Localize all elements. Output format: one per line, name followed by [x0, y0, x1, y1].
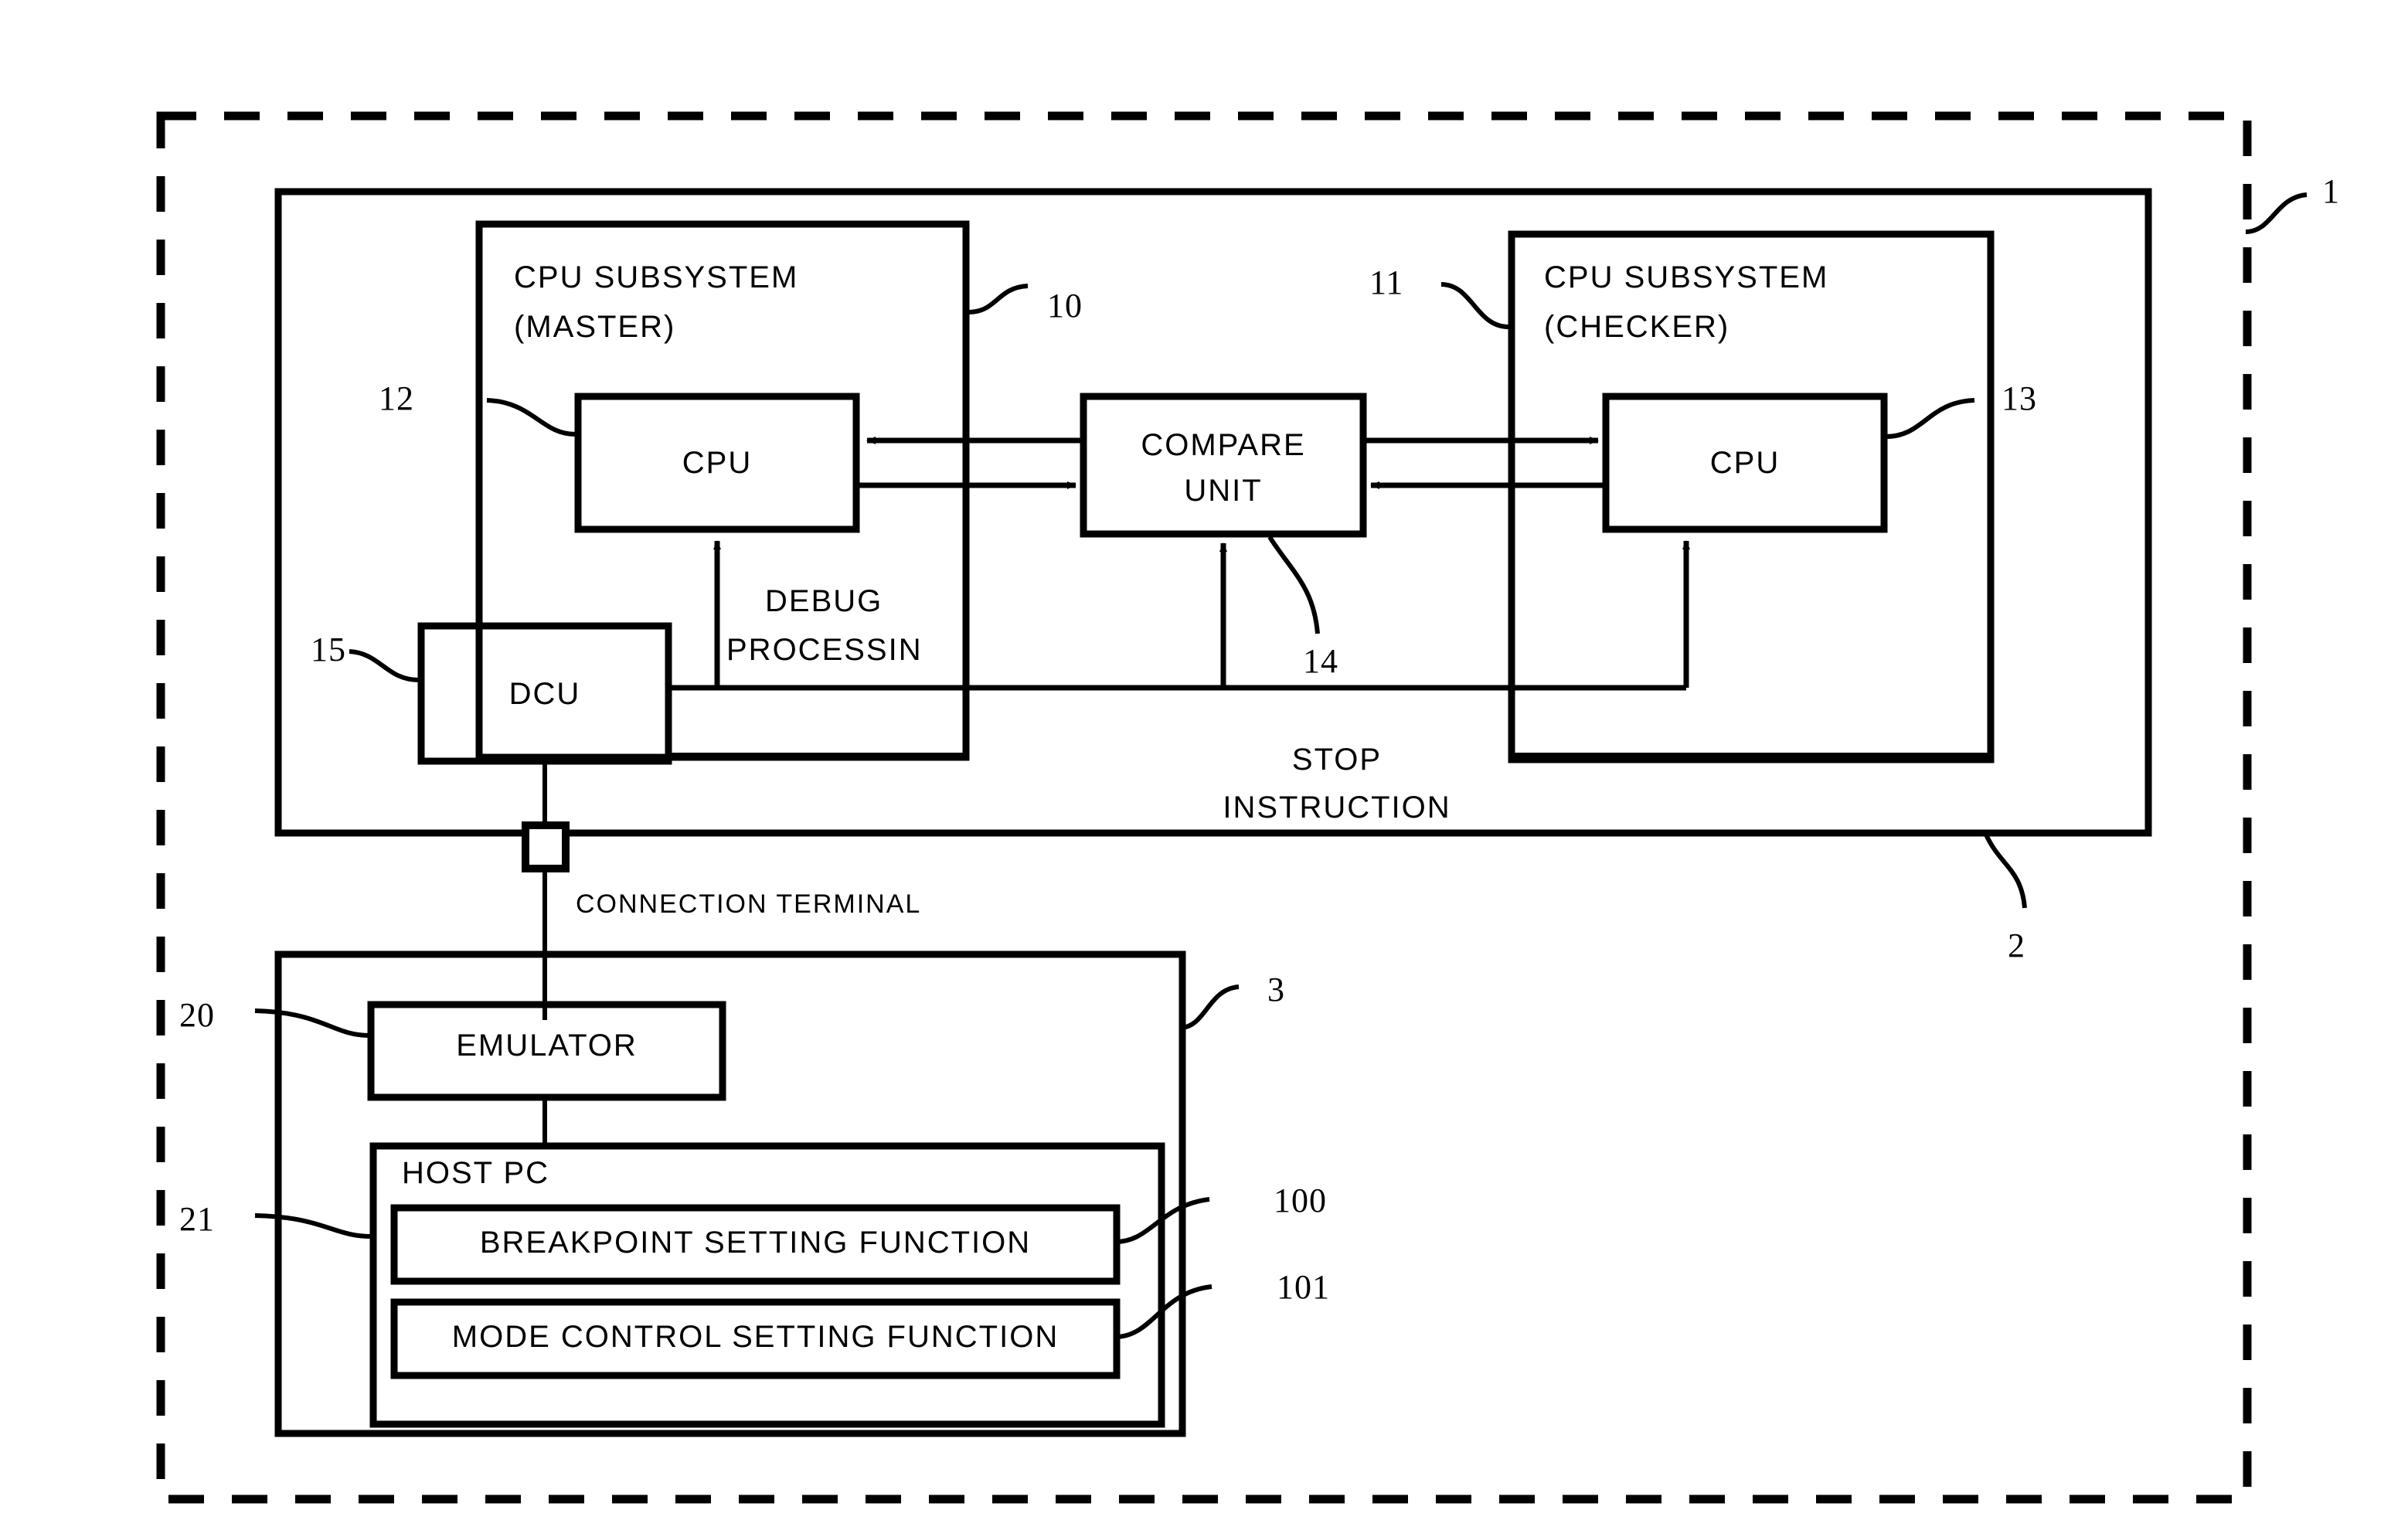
leader-line-15: [349, 649, 420, 682]
compare-unit-label-line2: UNIT: [1184, 474, 1263, 508]
debug-processing-line2: PROCESSIN: [726, 633, 923, 667]
leader-line-2: [1984, 833, 2027, 909]
checker-cpu-label: CPU: [1709, 446, 1780, 480]
connection-terminal-square: [522, 821, 570, 872]
ref-number-1: 1: [2322, 172, 2340, 210]
ref-number-21: 21: [179, 1200, 215, 1238]
ref-number-15: 15: [311, 631, 346, 668]
ref-number-13: 13: [2002, 379, 2037, 417]
master-subsystem-title-line1: CPU SUBSYSTEM: [514, 260, 799, 294]
debug-tools-box-3: [274, 950, 1186, 1437]
ref-number-20: 20: [179, 996, 215, 1034]
ref-number-12: 12: [379, 379, 414, 417]
leader-line-11: [1440, 282, 1509, 329]
compare-unit-box: [1080, 393, 1367, 538]
master-cpu-label: CPU: [682, 446, 753, 480]
debug-processing-line1: DEBUG: [765, 584, 883, 618]
checker-subsystem-title-line2: (CHECKER): [1544, 310, 1730, 344]
master-subsystem-title-line2: (MASTER): [514, 310, 676, 344]
breakpoint-function-label: BREAKPOINT SETTING FUNCTION: [479, 1226, 1032, 1260]
leader-line-12: [486, 398, 576, 437]
ref-number-10: 10: [1047, 287, 1083, 325]
leader-line-20: [254, 1008, 370, 1038]
ref-number-14: 14: [1303, 642, 1338, 680]
stop-instruction-line1: STOP: [1291, 743, 1383, 777]
emulator-label: EMULATOR: [456, 1029, 638, 1063]
dcu-label: DCU: [508, 677, 581, 711]
figure-canvas: 1 2 CPU SUBSYSTEM (MASTER) 10 CPU SUBSYS…: [0, 0, 2408, 1537]
leader-line-14: [1267, 536, 1320, 634]
host-pc-label: HOST PC: [402, 1156, 550, 1190]
ref-number-11: 11: [1369, 264, 1404, 301]
ref-number-2: 2: [2008, 927, 2025, 964]
ref-number-101: 101: [1277, 1268, 1330, 1306]
stop-instruction-line2: INSTRUCTION: [1223, 791, 1451, 825]
leader-line-13: [1885, 398, 1975, 439]
ref-number-3: 3: [1267, 971, 1285, 1008]
leader-line-1: [2245, 192, 2308, 234]
connection-terminal-label: CONNECTION TERMINAL: [576, 889, 922, 919]
mode-control-function-label: MODE CONTROL SETTING FUNCTION: [451, 1320, 1059, 1354]
leader-line-10: [968, 284, 1029, 315]
checker-subsystem-title-line1: CPU SUBSYSTEM: [1544, 260, 1829, 294]
compare-unit-label-line1: COMPARE: [1141, 428, 1306, 462]
leader-line-3: [1179, 984, 1240, 1030]
ref-number-100: 100: [1274, 1182, 1327, 1219]
leader-line-21: [254, 1213, 372, 1239]
